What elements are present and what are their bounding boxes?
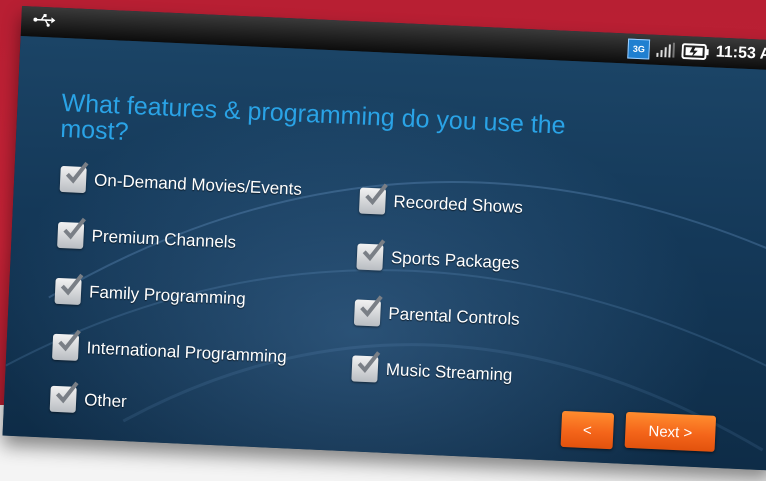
usb-icon bbox=[33, 13, 56, 27]
checkbox-checked[interactable] bbox=[356, 239, 386, 271]
checkmark-icon bbox=[362, 239, 386, 262]
next-button[interactable]: Next > bbox=[624, 411, 717, 452]
checkmark-icon bbox=[365, 183, 388, 206]
checkbox-checked[interactable] bbox=[59, 161, 89, 194]
option-other[interactable]: Other bbox=[49, 381, 128, 415]
battery-icon bbox=[681, 43, 709, 60]
checkbox-checked[interactable] bbox=[57, 217, 86, 250]
checkmark-icon bbox=[58, 329, 81, 352]
option-label: Recorded Shows bbox=[393, 192, 524, 217]
survey-screen: What features & programming do you use t… bbox=[2, 35, 766, 471]
back-button[interactable]: < bbox=[560, 410, 615, 450]
signal-bars-icon bbox=[656, 42, 676, 58]
checkbox-checked[interactable] bbox=[351, 351, 381, 383]
checkmark-icon bbox=[63, 217, 86, 240]
checkmark-icon bbox=[357, 351, 381, 374]
checkmark-icon bbox=[65, 161, 89, 184]
clock: 11:53 AM bbox=[715, 43, 766, 64]
checkmark-icon bbox=[360, 295, 383, 318]
checkbox-checked[interactable] bbox=[54, 273, 84, 305]
option-label: Premium Channels bbox=[91, 226, 237, 252]
checkbox-checked[interactable] bbox=[49, 381, 79, 413]
option-label: Music Streaming bbox=[385, 359, 513, 385]
network-3g-icon: 3G bbox=[627, 38, 651, 60]
device-screen: 3G 11:53 AM What features & programming … bbox=[2, 6, 766, 471]
status-icons: 3G 11:53 AM bbox=[627, 38, 766, 67]
checkbox-checked[interactable] bbox=[51, 329, 81, 361]
option-label: Sports Packages bbox=[390, 248, 520, 273]
checkmark-icon bbox=[55, 381, 79, 404]
checkmark-icon bbox=[60, 273, 84, 296]
checkbox-checked[interactable] bbox=[358, 183, 388, 215]
option-label: Family Programming bbox=[88, 282, 247, 309]
option-label: Parental Controls bbox=[387, 303, 521, 329]
option-label: Other bbox=[83, 390, 128, 412]
checkbox-checked[interactable] bbox=[353, 295, 383, 327]
